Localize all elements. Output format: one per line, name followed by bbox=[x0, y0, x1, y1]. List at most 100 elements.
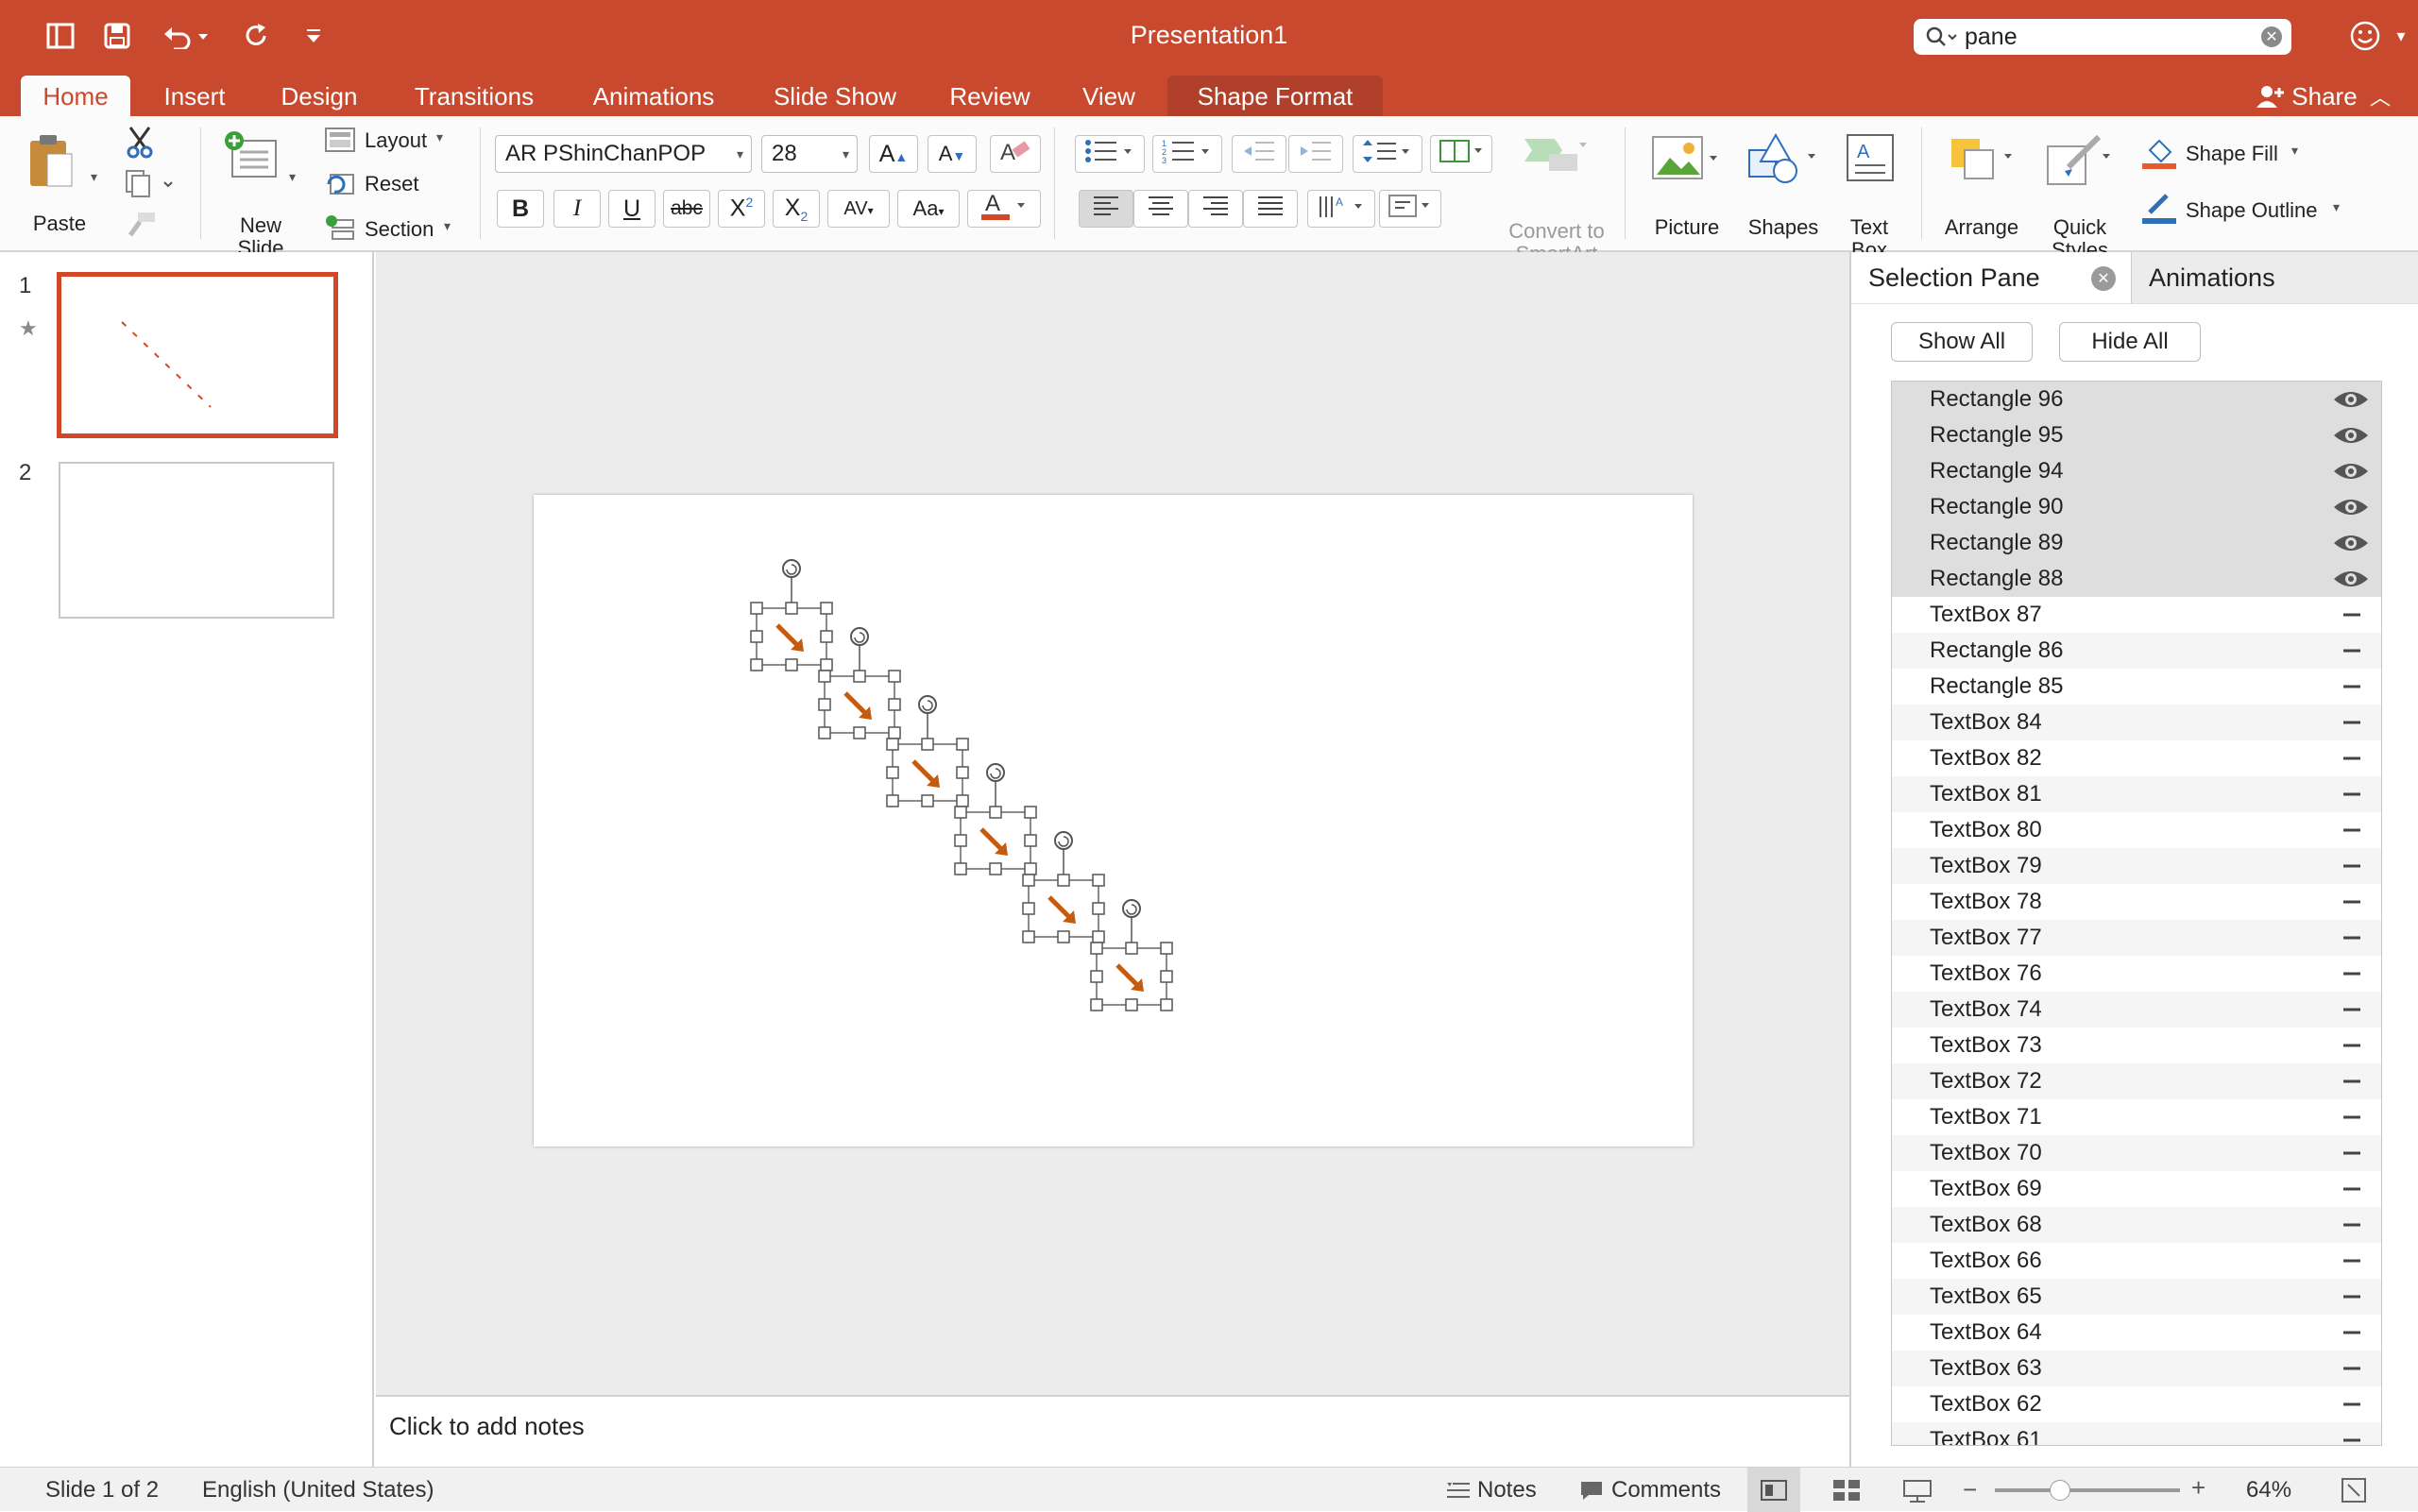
format-painter-icon[interactable] bbox=[127, 211, 157, 244]
selection-list-item[interactable]: TextBox 71 bbox=[1892, 1099, 2381, 1135]
eye-icon[interactable] bbox=[2332, 489, 2370, 525]
italic-button[interactable]: I bbox=[553, 190, 601, 228]
selection-list-item[interactable]: TextBox 70 bbox=[1892, 1135, 2381, 1171]
shape-outline-button[interactable]: Shape Outline ▾ bbox=[2140, 192, 2367, 226]
language-status[interactable]: English (United States) bbox=[202, 1477, 434, 1504]
change-case-button[interactable]: Aa▾ bbox=[897, 190, 960, 228]
zoom-in-icon[interactable]: + bbox=[2191, 1473, 2205, 1503]
tab-home[interactable]: Home bbox=[21, 76, 130, 117]
slide-thumbnail-2[interactable] bbox=[59, 462, 334, 619]
comments-button[interactable]: Comments bbox=[1579, 1477, 1721, 1504]
hidden-dash-icon[interactable] bbox=[2332, 992, 2370, 1028]
selection-list-item[interactable]: TextBox 62 bbox=[1892, 1386, 2381, 1422]
selection-list-item[interactable]: TextBox 64 bbox=[1892, 1315, 2381, 1351]
hidden-dash-icon[interactable] bbox=[2332, 1207, 2370, 1243]
align-left-button[interactable] bbox=[1079, 190, 1133, 228]
clear-formatting-button[interactable]: A bbox=[990, 135, 1041, 173]
normal-view-icon[interactable] bbox=[1747, 1468, 1800, 1512]
selection-list-item[interactable]: TextBox 87 bbox=[1892, 597, 2381, 633]
tab-shape-format[interactable]: Shape Format bbox=[1167, 76, 1383, 117]
hidden-dash-icon[interactable] bbox=[2332, 669, 2370, 705]
reset-button[interactable]: Reset bbox=[325, 169, 457, 199]
align-center-button[interactable] bbox=[1133, 190, 1188, 228]
eye-icon[interactable] bbox=[2332, 525, 2370, 561]
tab-design[interactable]: Design bbox=[266, 76, 372, 117]
section-button[interactable]: Section ▾ bbox=[325, 212, 467, 243]
selection-list-item[interactable]: Rectangle 95 bbox=[1892, 417, 2381, 453]
tab-animations[interactable]: Animations bbox=[578, 76, 729, 117]
copy-icon[interactable] bbox=[125, 169, 174, 202]
selection-list-item[interactable]: Rectangle 94 bbox=[1892, 453, 2381, 489]
smiley-feedback-icon[interactable] bbox=[2346, 17, 2384, 55]
tab-review[interactable]: Review bbox=[941, 76, 1039, 117]
new-slide-dropdown-icon[interactable]: ▾ bbox=[289, 169, 296, 185]
chevron-down-icon[interactable]: ▾ bbox=[2392, 17, 2410, 55]
selection-list-item[interactable]: TextBox 84 bbox=[1892, 705, 2381, 740]
selected-arrow-shape[interactable] bbox=[1090, 899, 1173, 1011]
search-input[interactable]: pane bbox=[1965, 24, 2018, 51]
hidden-dash-icon[interactable] bbox=[2332, 776, 2370, 812]
search-box[interactable]: pane ✕ bbox=[1914, 19, 2291, 55]
hidden-dash-icon[interactable] bbox=[2332, 1028, 2370, 1063]
clear-search-icon[interactable]: ✕ bbox=[2261, 26, 2282, 47]
selection-list-item[interactable]: TextBox 72 bbox=[1892, 1063, 2381, 1099]
shape-fill-button[interactable]: Shape Fill ▾ bbox=[2140, 137, 2329, 171]
selected-arrow-shape[interactable] bbox=[750, 559, 833, 671]
eye-icon[interactable] bbox=[2332, 453, 2370, 489]
selection-list-item[interactable]: TextBox 65 bbox=[1892, 1279, 2381, 1315]
decrease-font-button[interactable]: A▼ bbox=[928, 135, 977, 173]
font-color-button[interactable]: A bbox=[967, 190, 1041, 228]
hidden-dash-icon[interactable] bbox=[2332, 740, 2370, 776]
selection-list-item[interactable]: TextBox 79 bbox=[1892, 848, 2381, 884]
align-text-button[interactable] bbox=[1379, 190, 1441, 228]
hidden-dash-icon[interactable] bbox=[2332, 597, 2370, 633]
picture-button[interactable]: Picture bbox=[1642, 131, 1732, 239]
zoom-slider-thumb[interactable] bbox=[2050, 1480, 2070, 1501]
text-box-button[interactable]: A Text Box bbox=[1836, 131, 1902, 262]
new-slide-button[interactable]: ▾ New Slide bbox=[217, 129, 308, 260]
decrease-indent-button[interactable] bbox=[1232, 135, 1286, 173]
justify-button[interactable] bbox=[1243, 190, 1298, 228]
bold-button[interactable]: B bbox=[497, 190, 544, 228]
selection-list-item[interactable]: TextBox 73 bbox=[1892, 1028, 2381, 1063]
paste-button[interactable]: ▾ Paste bbox=[19, 129, 104, 235]
quick-styles-button[interactable]: Quick Styles bbox=[2033, 131, 2127, 262]
selected-arrow-shape[interactable] bbox=[954, 763, 1037, 875]
hidden-dash-icon[interactable] bbox=[2332, 1422, 2370, 1445]
increase-font-button[interactable]: A▲ bbox=[869, 135, 918, 173]
hidden-dash-icon[interactable] bbox=[2332, 1279, 2370, 1315]
notes-button[interactable]: Notes bbox=[1445, 1477, 1537, 1504]
shapes-button[interactable]: Shapes bbox=[1738, 131, 1829, 239]
hidden-dash-icon[interactable] bbox=[2332, 1171, 2370, 1207]
tab-slide-show[interactable]: Slide Show bbox=[759, 76, 911, 117]
paste-dropdown-icon[interactable]: ▾ bbox=[91, 169, 97, 185]
tab-transitions[interactable]: Transitions bbox=[400, 76, 548, 117]
hidden-dash-icon[interactable] bbox=[2332, 848, 2370, 884]
zoom-slider[interactable] bbox=[1995, 1480, 2180, 1501]
columns-button[interactable] bbox=[1430, 135, 1492, 173]
font-name-select[interactable]: AR PShinChanPOP ▾ bbox=[495, 135, 752, 173]
hidden-dash-icon[interactable] bbox=[2332, 812, 2370, 848]
hidden-dash-icon[interactable] bbox=[2332, 705, 2370, 740]
hidden-dash-icon[interactable] bbox=[2332, 1135, 2370, 1171]
bullets-button[interactable] bbox=[1075, 135, 1145, 173]
show-all-button[interactable]: Show All bbox=[1891, 322, 2033, 362]
character-spacing-button[interactable]: AV▾ bbox=[827, 190, 890, 228]
selection-list-item[interactable]: TextBox 69 bbox=[1892, 1171, 2381, 1207]
slide-sorter-icon[interactable] bbox=[1832, 1479, 1861, 1508]
slide-canvas[interactable] bbox=[534, 495, 1693, 1147]
font-size-select[interactable]: 28 ▾ bbox=[761, 135, 858, 173]
selection-list-item[interactable]: TextBox 80 bbox=[1892, 812, 2381, 848]
selection-list-item[interactable]: Rectangle 88 bbox=[1892, 561, 2381, 597]
selection-list-item[interactable]: TextBox 81 bbox=[1892, 776, 2381, 812]
selection-list-item[interactable]: Rectangle 86 bbox=[1892, 633, 2381, 669]
layout-button[interactable]: Layout ▾ bbox=[325, 126, 457, 156]
notes-area[interactable]: Click to add notes bbox=[376, 1395, 1849, 1467]
tab-selection-pane[interactable]: Selection Pane ✕ bbox=[1851, 252, 2129, 303]
selection-list-item[interactable]: Rectangle 96 bbox=[1892, 382, 2381, 417]
selection-list-item[interactable]: Rectangle 85 bbox=[1892, 669, 2381, 705]
tab-view[interactable]: View bbox=[1071, 76, 1147, 117]
selection-list-item[interactable]: Rectangle 89 bbox=[1892, 525, 2381, 561]
selected-arrow-shape[interactable] bbox=[818, 627, 901, 739]
collapse-ribbon-icon[interactable]: ︿ bbox=[2361, 76, 2399, 117]
